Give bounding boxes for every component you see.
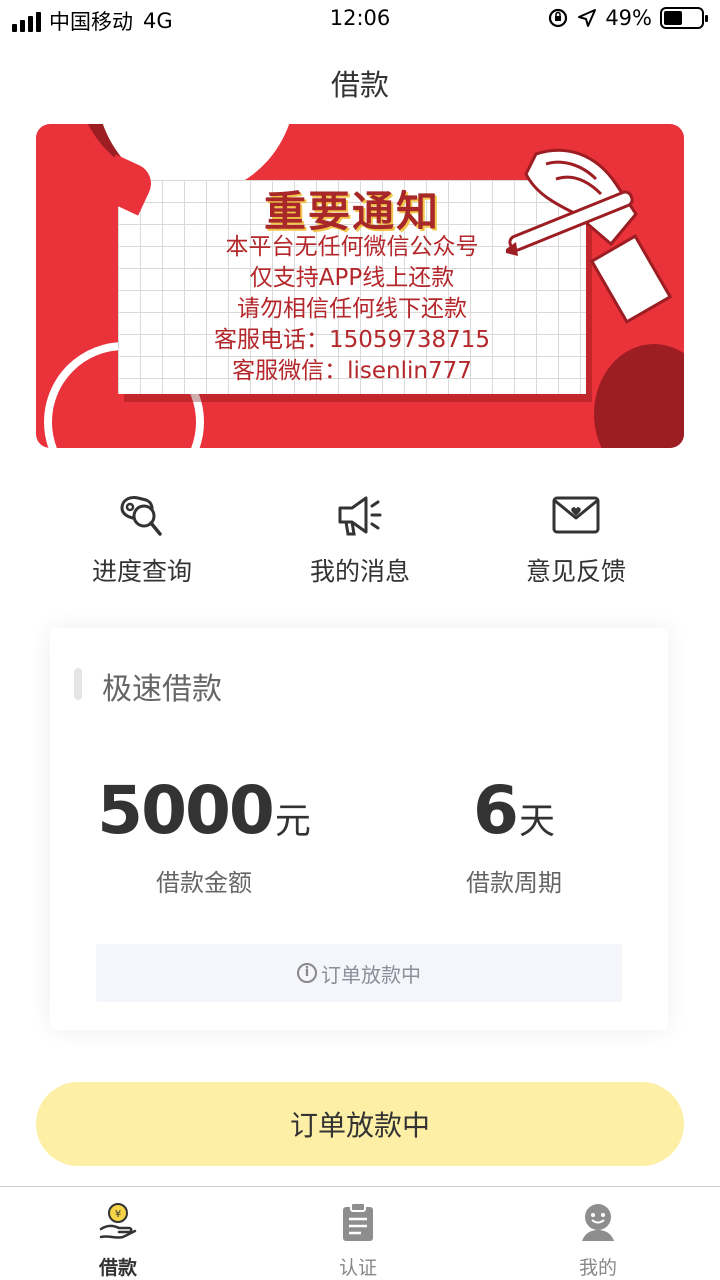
loan-amount-unit: 元 <box>274 801 311 842</box>
megaphone-icon <box>338 496 382 536</box>
loan-card: 极速借款 5000元 借款金额 6天 借款周期 i 订单放款中 <box>50 628 668 1030</box>
tab-label: 认证 <box>338 1257 377 1279</box>
tab-bar: ¥ 借款 认证 我的 <box>0 1186 720 1280</box>
order-status-text: 订单放款中 <box>321 962 421 987</box>
notice-banner[interactable]: 重要通知 本平台无任何微信公众号 仅支持APP线上还款 请勿相信任何线下还款 客… <box>36 124 684 448</box>
quick-actions: 进度查询 我的消息 意见反馈 <box>0 490 720 590</box>
status-right: 49% <box>547 6 708 30</box>
quick-action-label: 我的消息 <box>309 557 410 586</box>
envelope-heart-icon <box>552 496 600 534</box>
quick-action-feedback[interactable]: 意见反馈 <box>476 490 676 588</box>
loan-period-stat: 6天 借款周期 <box>364 772 664 898</box>
card-title: 极速借款 <box>102 672 222 707</box>
loan-period-label: 借款周期 <box>466 869 562 897</box>
loan-period-unit: 天 <box>518 801 555 842</box>
quick-action-label: 意见反馈 <box>525 557 626 586</box>
progress-search-icon <box>120 496 162 536</box>
tab-mine[interactable]: 我的 <box>538 1201 658 1280</box>
order-status-box: i 订单放款中 <box>96 944 622 1002</box>
tab-verify[interactable]: 认证 <box>298 1201 418 1280</box>
location-arrow-icon <box>578 9 597 27</box>
status-bar: 中国移动 4G 12:06 49% <box>0 0 720 40</box>
tab-label: 借款 <box>98 1257 137 1279</box>
section-marker <box>74 668 82 700</box>
quick-action-progress[interactable]: 进度查询 <box>42 490 242 588</box>
notice-line: 客服电话：15059738715 <box>214 327 490 353</box>
loan-amount-stat: 5000元 借款金额 <box>54 772 354 898</box>
loan-period-value: 6 <box>473 772 519 849</box>
tab-loan[interactable]: ¥ 借款 <box>58 1201 178 1280</box>
quick-action-messages[interactable]: 我的消息 <box>260 490 460 588</box>
battery-icon <box>660 7 708 29</box>
disbursing-button[interactable]: 订单放款中 <box>36 1082 684 1166</box>
rotation-lock-icon <box>549 8 568 28</box>
svg-text:¥: ¥ <box>115 1209 121 1220</box>
hand-pen-illustration <box>506 148 673 324</box>
page-title: 借款 <box>330 68 389 102</box>
coin-hand-icon: ¥ <box>99 1203 137 1239</box>
battery-percent: 49% <box>605 6 652 30</box>
banner-decoration <box>594 344 684 448</box>
battery-fill <box>664 11 682 25</box>
quick-action-label: 进度查询 <box>91 557 192 586</box>
clipboard-icon <box>343 1202 373 1241</box>
info-icon: i <box>297 963 317 983</box>
notice-line: 客服微信：lisenlin777 <box>232 358 472 384</box>
loan-amount-label: 借款金额 <box>156 869 252 897</box>
loan-amount-value: 5000 <box>97 772 275 849</box>
user-face-icon <box>582 1204 614 1241</box>
tab-label: 我的 <box>578 1257 617 1279</box>
